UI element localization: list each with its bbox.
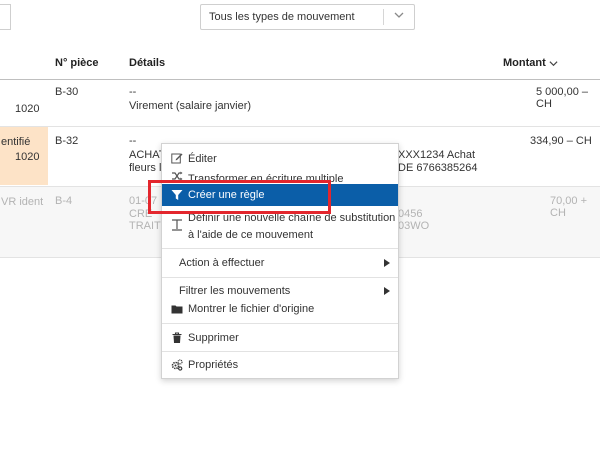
folder-icon [171,305,183,314]
column-header-amount[interactable]: Montant [503,57,558,69]
menu-item-delete[interactable]: Supprimer [162,330,398,346]
row-account: 1020 [15,103,40,115]
submenu-arrow-icon [384,259,390,267]
row-status-line1: entifié [1,136,31,148]
menu-item-show-file[interactable]: Montrer le fichier d'origine [162,301,398,317]
menu-item-filter[interactable]: Filtrer les mouvements [162,283,398,299]
menu-separator [162,277,398,278]
text-cursor-icon [172,219,182,231]
menu-item-label: Action à effectuer [179,257,265,269]
menu-item-properties[interactable]: Propriétés [162,357,398,373]
movement-type-value: Tous les types de mouvement [209,11,355,23]
row-details-line3a: fleurs l [129,162,162,174]
menu-item-label-line2: à l'aide de ce mouvement [188,229,314,241]
row-amount: 70,00 + CH [550,195,588,219]
select-divider [383,9,384,25]
menu-separator [162,351,398,352]
pencil-square-icon [171,153,183,164]
trash-icon [172,332,182,343]
focus-highlight-box [148,180,331,214]
menu-item-label: Supprimer [188,332,239,344]
column-header-piece[interactable]: N° pièce [55,57,99,69]
column-header-details[interactable]: Détails [129,57,165,69]
row-piece: B-32 [55,135,79,147]
row-amount: 5 000,00 – CH [536,86,588,110]
row-details-line3b: DE 6766385264 [398,162,478,174]
context-menu: Éditer Transformer en écriture multiple … [161,143,399,379]
menu-item-label: Propriétés [188,359,239,371]
menu-item-label: Montrer le fichier d'origine [188,303,315,315]
row-details-line1b: 0456 [398,208,423,220]
gears-icon [171,359,183,371]
menu-item-define-chain[interactable]: Définir une nouvelle chaîne de substitut… [162,210,398,242]
row-details-line2b: XXX1234 Achat [398,149,476,161]
row-details-line2a: ACHAT [129,149,166,161]
menu-separator [162,248,398,249]
row-account: 1020 [15,151,40,163]
row-amount: 334,90 – CH [530,135,592,147]
row-details-line2: Virement (salaire janvier) [129,100,252,112]
table-row[interactable]: 1020 B-30 -- Virement (salaire janvier) … [0,80,600,127]
menu-item-label: Filtrer les mouvements [179,285,291,297]
row-piece: B-4 [55,195,73,207]
menu-item-label: Éditer [188,153,217,165]
row-details-line1: -- [129,86,137,98]
movement-type-select[interactable]: Tous les types de mouvement [200,4,415,30]
menu-item-edit[interactable]: Éditer [162,151,398,167]
chevron-down-icon[interactable] [393,9,405,21]
row-status-line1: VR ident [1,196,44,208]
sort-chevron-down-icon [549,61,558,67]
row-piece: B-30 [55,86,79,98]
row-details-line3b: 03WO [398,220,430,232]
menu-item-action[interactable]: Action à effectuer [162,255,398,271]
row-status-highlight: entifié 1020 [0,127,48,185]
search-field-partial[interactable] [0,4,11,30]
row-details-line1: -- [129,135,137,147]
menu-separator [162,323,398,324]
row-details-line3: TRAIT [129,220,161,232]
column-header-amount-label: Montant [503,57,546,69]
submenu-arrow-icon [384,287,390,295]
